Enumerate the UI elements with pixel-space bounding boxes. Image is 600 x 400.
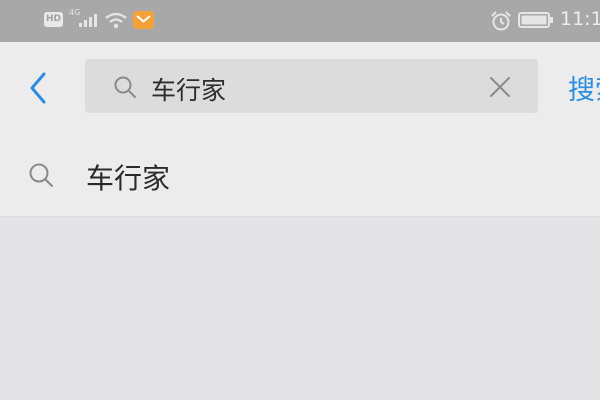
clear-icon[interactable] (488, 75, 512, 99)
search-input[interactable]: 车行家 (85, 59, 538, 113)
suggestion-item[interactable]: 车行家 (0, 132, 600, 217)
alarm-icon (490, 10, 512, 36)
search-query-text: 车行家 (151, 76, 227, 105)
status-bar: HD 4G 11:14 (0, 0, 600, 42)
signal-icon (78, 12, 100, 32)
battery-icon (518, 12, 554, 32)
search-toolbar: 车行家 搜索 (0, 42, 600, 132)
hd-badge: HD (44, 12, 63, 27)
search-icon (113, 75, 137, 103)
mail-icon (133, 11, 154, 29)
search-button[interactable]: 搜索 (568, 68, 600, 107)
wifi-icon (104, 10, 128, 34)
status-time: 11:14 (560, 8, 600, 30)
suggestion-label: 车行家 (86, 162, 171, 195)
search-icon (28, 162, 54, 192)
back-button[interactable] (20, 68, 56, 108)
